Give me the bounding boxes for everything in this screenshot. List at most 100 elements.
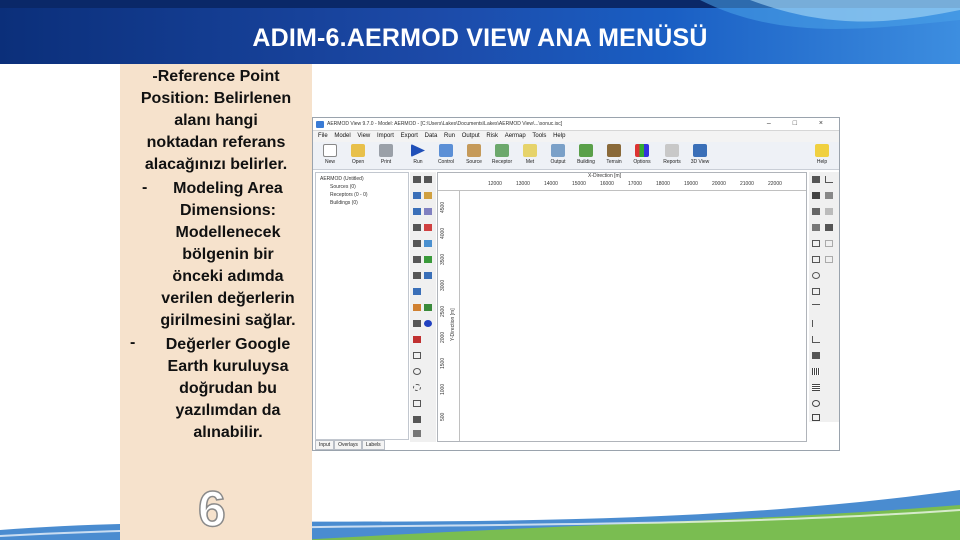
- globe-icon[interactable]: [424, 240, 432, 247]
- lines-icon[interactable]: [812, 384, 820, 391]
- map-icon[interactable]: [424, 224, 432, 231]
- pen-icon[interactable]: [413, 304, 421, 311]
- target-icon[interactable]: [812, 400, 820, 407]
- measure-icon[interactable]: [413, 288, 421, 295]
- pointer-tool-icon[interactable]: [424, 176, 432, 183]
- options-button[interactable]: Options: [627, 144, 657, 169]
- tree-item-sources[interactable]: Sources (0): [330, 184, 356, 190]
- circle-receptor-icon[interactable]: [812, 272, 820, 279]
- pan-icon[interactable]: [413, 224, 421, 231]
- tree-root[interactable]: AERMOD (Untitled): [320, 176, 364, 182]
- volume-source-icon[interactable]: [812, 208, 820, 215]
- output-button[interactable]: Output: [543, 144, 573, 169]
- print-button[interactable]: Print: [371, 144, 401, 169]
- receptor-icon: [495, 144, 509, 157]
- polar-grid-icon[interactable]: [812, 256, 820, 263]
- menu-tools[interactable]: Tools: [532, 133, 546, 139]
- rectangle-icon[interactable]: [413, 352, 421, 359]
- toolbar-label: 3D View: [690, 159, 710, 165]
- line-source-icon[interactable]: [825, 208, 833, 215]
- tab-labels[interactable]: Labels: [361, 440, 385, 450]
- zoom-in-icon[interactable]: [413, 192, 421, 199]
- zoom-out-icon[interactable]: [413, 208, 421, 215]
- met-button[interactable]: Met: [515, 144, 545, 169]
- corner-icon[interactable]: [812, 336, 820, 343]
- menu-export[interactable]: Export: [401, 133, 418, 139]
- tree-item-buildings[interactable]: Buildings (0): [330, 200, 358, 206]
- control-button[interactable]: Control: [431, 144, 461, 169]
- menu-bar: File Model View Import Export Data Run O…: [313, 131, 839, 142]
- new-button[interactable]: New: [315, 144, 345, 169]
- open-button[interactable]: Open: [343, 144, 373, 169]
- info-icon[interactable]: [424, 320, 432, 327]
- star-icon[interactable]: [413, 430, 421, 437]
- y-tick: 4000: [440, 227, 446, 239]
- layer-icon[interactable]: [424, 272, 432, 279]
- menu-risk[interactable]: Risk: [486, 133, 498, 139]
- help-button[interactable]: Help: [807, 144, 837, 169]
- menu-run[interactable]: Run: [444, 133, 455, 139]
- line-icon[interactable]: [812, 304, 820, 311]
- label-icon[interactable]: [812, 352, 820, 359]
- circle-icon[interactable]: [413, 368, 421, 375]
- 3d-view-button[interactable]: 3D View: [685, 144, 715, 169]
- hatch-icon[interactable]: [812, 368, 820, 375]
- menu-aermap[interactable]: Aermap: [505, 133, 526, 139]
- grid-box-icon[interactable]: [812, 414, 820, 421]
- menu-help[interactable]: Help: [553, 133, 565, 139]
- polygon-icon[interactable]: [413, 400, 421, 407]
- x-tick: 22000: [768, 181, 782, 187]
- menu-output[interactable]: Output: [462, 133, 480, 139]
- ruler-icon[interactable]: [424, 192, 432, 199]
- road-icon[interactable]: [413, 320, 421, 327]
- discrete-receptor-icon[interactable]: [825, 240, 833, 247]
- map-plot-area[interactable]: X-Direction [m] 12000 13000 14000 15000 …: [437, 172, 807, 442]
- tab-overlays[interactable]: Overlays: [334, 440, 362, 450]
- page-number: 6: [197, 480, 226, 538]
- run-button[interactable]: Run: [403, 144, 433, 169]
- text-line: alınabilir.: [193, 424, 263, 441]
- text-line: Earth kuruluysa: [167, 358, 289, 375]
- arrow-tool-icon[interactable]: [812, 176, 820, 183]
- reports-button[interactable]: Reports: [657, 144, 687, 169]
- area-source-icon[interactable]: [825, 192, 833, 199]
- tree-item-receptors[interactable]: Receptors (0 - 0): [330, 192, 368, 198]
- y-tick: 1500: [440, 357, 446, 369]
- source-button[interactable]: Source: [459, 144, 489, 169]
- receptor-button[interactable]: Receptor: [487, 144, 517, 169]
- plus-icon[interactable]: [812, 320, 820, 327]
- node-icon[interactable]: [812, 288, 820, 295]
- text-line: Modeling Area: [173, 180, 283, 197]
- text-icon[interactable]: [413, 416, 421, 423]
- source-point-icon[interactable]: [812, 192, 820, 199]
- menu-import[interactable]: Import: [377, 133, 394, 139]
- center-icon[interactable]: [413, 240, 421, 247]
- grid-icon[interactable]: [424, 208, 432, 215]
- building-tool-icon[interactable]: [812, 224, 820, 231]
- terrain-tool-icon[interactable]: [424, 256, 432, 263]
- decorative-waves-top: [700, 0, 960, 29]
- select-tool-icon[interactable]: [413, 176, 421, 183]
- building-button[interactable]: Building: [571, 144, 601, 169]
- axis-tool-icon[interactable]: [825, 176, 833, 183]
- text-line: Dimensions:: [179, 202, 276, 219]
- window-controls[interactable]: – □ ×: [767, 120, 833, 127]
- menu-view[interactable]: View: [357, 133, 370, 139]
- grid-receptor-icon[interactable]: [812, 240, 820, 247]
- extent-icon[interactable]: [413, 272, 421, 279]
- text-line: alacağınızı belirler.: [144, 156, 288, 173]
- text-panel: -Reference Point Position: Belirlenen al…: [120, 64, 312, 540]
- folder-icon: [351, 144, 365, 157]
- move-icon[interactable]: [413, 256, 421, 263]
- color-icon[interactable]: [413, 336, 421, 343]
- terrain-button[interactable]: Terrain: [599, 144, 629, 169]
- ellipse-icon[interactable]: [413, 384, 421, 391]
- menu-file[interactable]: File: [318, 133, 328, 139]
- menu-data[interactable]: Data: [425, 133, 438, 139]
- play-icon: [411, 144, 425, 157]
- tab-input[interactable]: Input: [315, 440, 335, 450]
- fence-icon[interactable]: [825, 256, 833, 263]
- area-icon[interactable]: [424, 304, 432, 311]
- tank-icon[interactable]: [825, 224, 833, 231]
- menu-model[interactable]: Model: [334, 133, 350, 139]
